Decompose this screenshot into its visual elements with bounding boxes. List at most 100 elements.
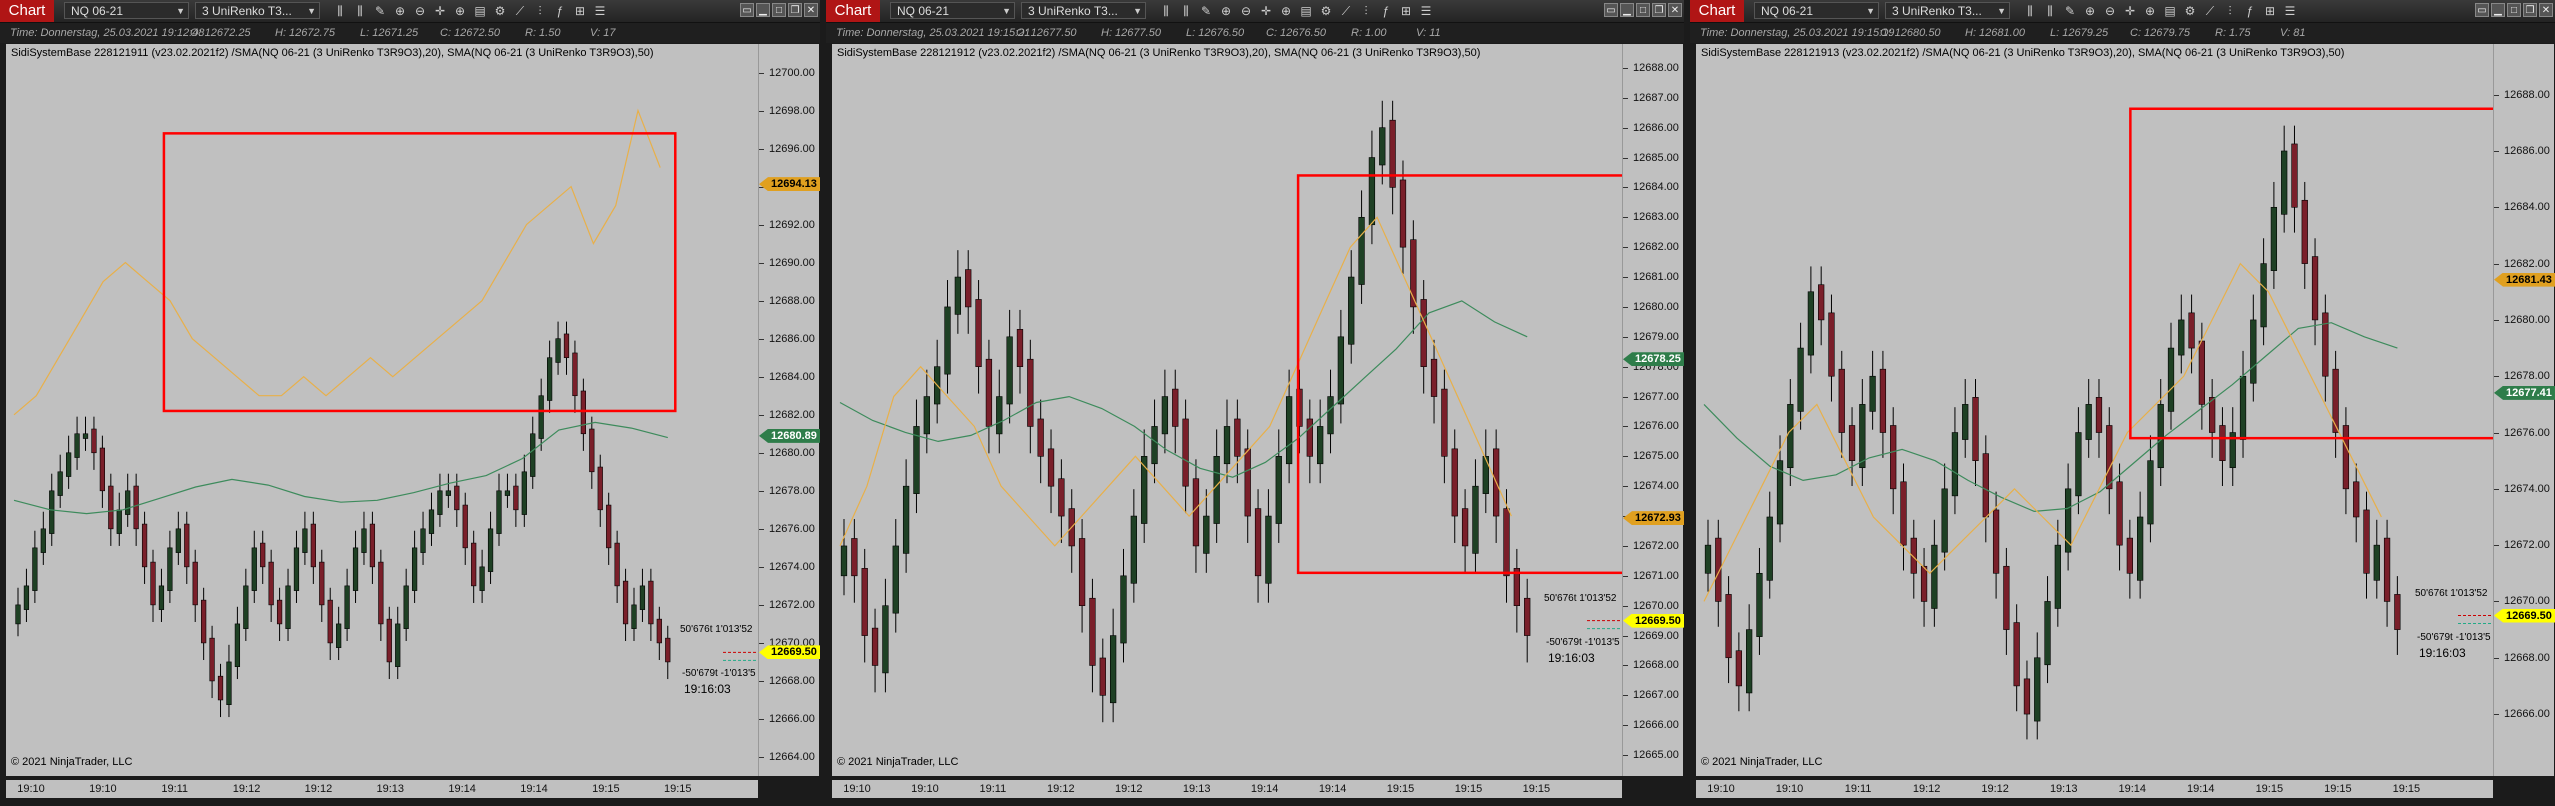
time-axis[interactable]: 19:10 19:10 19:11 19:12 19:12 19:13 19:14 19:14…: [1696, 780, 2493, 798]
restore-icon[interactable]: ❐: [788, 3, 802, 17]
grid-icon[interactable]: ⊞: [2260, 2, 2280, 20]
maximize-icon[interactable]: □: [772, 3, 786, 17]
period-selector[interactable]: 3 UniRenko T3... ▼: [1885, 2, 2010, 19]
price-plot[interactable]: SidiSystemBase 228121911 (v23.02.2021f2)…: [6, 44, 759, 776]
zoom-out-icon[interactable]: ⊖: [410, 2, 430, 20]
candle-down: [1900, 481, 1907, 546]
candle-up: [1161, 396, 1169, 435]
grid-icon[interactable]: ⊞: [1396, 2, 1416, 20]
bar-style-alt-icon[interactable]: ⫼: [1176, 2, 1196, 20]
candle-down: [2322, 312, 2329, 377]
strategies-icon[interactable]: ⫶: [2220, 2, 2240, 20]
template-icon[interactable]: ▤: [1296, 2, 1316, 20]
candle-up: [944, 306, 951, 375]
minimize-icon[interactable]: ▁: [756, 3, 770, 17]
candle-up: [1203, 515, 1210, 554]
indicators-icon[interactable]: ƒ: [2240, 2, 2260, 20]
bar-style-alt-icon[interactable]: ⫼: [2040, 2, 2060, 20]
x-tick-label: 19:11: [979, 783, 1007, 795]
template-icon[interactable]: ▤: [470, 2, 490, 20]
candle-up: [2167, 347, 2175, 412]
chart-tab[interactable]: Chart: [1690, 0, 1744, 22]
period-selector[interactable]: 3 UniRenko T3... ▼: [195, 2, 320, 19]
properties-icon[interactable]: ⚙: [2180, 2, 2200, 20]
strategies-icon[interactable]: ⫶: [1356, 2, 1376, 20]
y-tick-label: 12667.00: [1623, 689, 1679, 702]
drawing-icon[interactable]: ⟋: [510, 2, 530, 20]
strategies-icon[interactable]: ⫶: [530, 2, 550, 20]
properties-icon[interactable]: ⚙: [1316, 2, 1336, 20]
price-axis[interactable]: 12688.00 12686.00 12684.00 12682.00 12680.00…: [2494, 44, 2555, 776]
period-selector[interactable]: 3 UniRenko T3... ▼: [1021, 2, 1146, 19]
candle-down: [851, 538, 858, 577]
minimize-icon[interactable]: ▁: [1620, 3, 1634, 17]
bar-style-icon[interactable]: ⫼: [330, 2, 350, 20]
info-time: Time: Donnerstag, 25.03.2021 19:15:19: [1700, 27, 1895, 39]
crosshair-icon[interactable]: ✛: [430, 2, 450, 20]
indicators-icon[interactable]: ƒ: [1376, 2, 1396, 20]
instrument-selector[interactable]: NQ 06-21 ▼: [1754, 2, 1879, 19]
close-icon[interactable]: ✕: [804, 3, 818, 17]
zoom-icon[interactable]: ⊕: [390, 2, 410, 20]
candle-down: [1234, 418, 1241, 457]
crosshair-icon[interactable]: ✛: [2120, 2, 2140, 20]
indicators-icon[interactable]: ƒ: [550, 2, 570, 20]
price-plot[interactable]: SidiSystemBase 228121912 (v23.02.2021f2)…: [832, 44, 1623, 776]
bar-style-icon[interactable]: ⫼: [1156, 2, 1176, 20]
drawing-icon[interactable]: ⟋: [2200, 2, 2220, 20]
template-icon[interactable]: ▤: [2160, 2, 2180, 20]
minimize-icon[interactable]: ▁: [2491, 3, 2505, 17]
price-plot[interactable]: SidiSystemBase 228121913 (v23.02.2021f2)…: [1696, 44, 2494, 776]
zoom-icon[interactable]: ⊕: [1216, 2, 1236, 20]
pencil-icon[interactable]: ✎: [2060, 2, 2080, 20]
candle-up: [1337, 336, 1345, 405]
pencil-icon[interactable]: ✎: [370, 2, 390, 20]
add-icon[interactable]: ⊕: [450, 2, 470, 20]
candle-up: [840, 545, 848, 577]
instrument-selector[interactable]: NQ 06-21 ▼: [64, 2, 189, 19]
chart-tab[interactable]: Chart: [0, 0, 54, 22]
candle-down: [975, 299, 982, 367]
zoom-icon[interactable]: ⊕: [2080, 2, 2100, 20]
time-axis[interactable]: 19:10 19:10 19:11 19:12 19:12 19:13 19:14 19:14…: [832, 780, 1622, 798]
candle-up: [1787, 404, 1794, 469]
period-value: 3 UniRenko T3...: [202, 4, 292, 18]
bar-style-icon[interactable]: ⫼: [2020, 2, 2040, 20]
list-icon[interactable]: ☰: [2280, 2, 2300, 20]
price-axis[interactable]: 12688.00 12687.00 12686.00 12685.00 12684.00…: [1623, 44, 1684, 776]
crosshair-icon[interactable]: ✛: [1256, 2, 1276, 20]
time-axis[interactable]: 19:10 19:10 19:11 19:12 19:12 19:13 19:14 19:14…: [6, 780, 758, 798]
properties-icon[interactable]: ⚙: [490, 2, 510, 20]
restore-icon[interactable]: ❐: [1652, 3, 1666, 17]
candle-up: [2239, 375, 2247, 440]
add-icon[interactable]: ⊕: [1276, 2, 1296, 20]
maximize-icon[interactable]: □: [2507, 3, 2521, 17]
add-icon[interactable]: ⊕: [2140, 2, 2160, 20]
price-axis[interactable]: 12700.0012698.0012696.0012694.0012692.00…: [759, 44, 820, 776]
drawing-icon[interactable]: ⟋: [1336, 2, 1356, 20]
bar-style-alt-icon[interactable]: ⫼: [350, 2, 370, 20]
restore-icon[interactable]: ❐: [2523, 3, 2537, 17]
instrument-selector[interactable]: NQ 06-21 ▼: [890, 2, 1015, 19]
grid-icon[interactable]: ⊞: [570, 2, 590, 20]
close-icon[interactable]: ✕: [1668, 3, 1682, 17]
zoom-out-icon[interactable]: ⊖: [2100, 2, 2120, 20]
close-icon[interactable]: ✕: [2539, 3, 2553, 17]
candle-up: [2250, 319, 2257, 384]
candle-down: [1058, 478, 1065, 517]
candle-down: [2301, 199, 2308, 264]
tile-icon[interactable]: ▭: [1604, 3, 1618, 17]
candle-up: [1120, 575, 1127, 644]
list-icon[interactable]: ☰: [1416, 2, 1436, 20]
x-tick-label: 19:15: [1454, 783, 1483, 795]
tile-icon[interactable]: ▭: [2475, 3, 2489, 17]
maximize-icon[interactable]: □: [1636, 3, 1650, 17]
tile-icon[interactable]: ▭: [740, 3, 754, 17]
pencil-icon[interactable]: ✎: [1196, 2, 1216, 20]
zoom-out-icon[interactable]: ⊖: [1236, 2, 1256, 20]
candle-down: [1920, 565, 1928, 602]
list-icon[interactable]: ☰: [590, 2, 610, 20]
y-tick-label: 12683.00: [1623, 211, 1679, 224]
candle-up: [1275, 456, 1282, 524]
chart-tab[interactable]: Chart: [826, 0, 880, 22]
